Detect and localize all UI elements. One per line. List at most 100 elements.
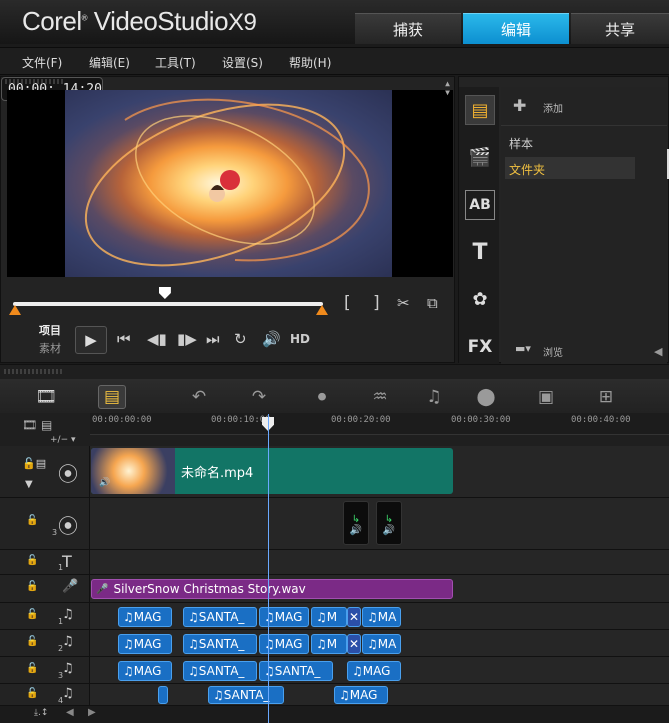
music-clip[interactable]: ♫ SANTA_ — [183, 634, 257, 654]
multi-camera-icon[interactable]: ⊞ — [592, 385, 620, 409]
timecode-spinner-icon[interactable]: ▲ ▼ — [445, 79, 450, 97]
time-ruler[interactable]: 00:00:00:00 00:00:10:00 00:00:20:00 00:0… — [90, 413, 669, 435]
menu-edit[interactable]: 编辑(E) — [89, 54, 130, 71]
transition-icon[interactable]: AB — [465, 190, 495, 220]
crossfade-icon[interactable]: ✕ — [347, 607, 361, 627]
media-icon[interactable]: ▤ — [465, 95, 495, 125]
voice-track-header: 🔓 🎤 — [0, 575, 90, 602]
menu-tools[interactable]: 工具(T) — [155, 54, 196, 71]
music-clip-name: SANTA_ — [223, 688, 270, 702]
music-clip[interactable]: ♫ SANTA_ — [208, 686, 284, 704]
previous-frame-icon[interactable]: ◀▮ — [147, 330, 167, 348]
voice-clip[interactable]: 🎤 SilverSnow Christmas Story.wav — [91, 579, 453, 599]
menu-settings[interactable]: 设置(S) — [222, 54, 263, 71]
subtitle-editor-icon[interactable]: ▣ — [532, 385, 560, 409]
menu-help[interactable]: 帮助(H) — [289, 54, 331, 71]
redo-icon[interactable]: ↷ — [245, 385, 273, 409]
lock-icon[interactable]: 🔓 — [26, 555, 38, 566]
graphic-icon[interactable]: ✿ — [465, 284, 495, 314]
panel-grip[interactable] — [5, 79, 65, 84]
preview-window[interactable] — [7, 90, 453, 277]
lock-icon[interactable]: 🔓 — [26, 609, 38, 620]
home-icon[interactable]: ⏮ — [117, 330, 131, 348]
record-capture-icon[interactable]: ⏺ — [308, 385, 336, 409]
add-folder-button[interactable]: 添加 — [543, 100, 563, 115]
repeat-icon[interactable]: ↻ — [234, 330, 247, 348]
divider — [501, 125, 667, 126]
menu-file[interactable]: 文件(F) — [22, 54, 62, 71]
scrubber-track[interactable] — [13, 302, 323, 306]
trim-start-handle[interactable] — [9, 305, 21, 315]
transition-clip[interactable]: ↳ 🔊 — [376, 501, 402, 545]
instant-project-icon[interactable]: 🎬 — [465, 142, 495, 172]
lock-icon[interactable]: 🔓 — [26, 636, 38, 647]
music-clip[interactable]: ♫ MAG — [118, 607, 172, 627]
menu-bar: 文件(F) 编辑(E) 工具(T) 设置(S) 帮助(H) — [0, 47, 669, 75]
lock-icon[interactable]: 🔓 — [26, 688, 38, 699]
tab-share[interactable]: 共享 — [571, 13, 669, 44]
lock-icon[interactable]: 🔓 — [26, 663, 38, 674]
scroll-right-icon[interactable]: ▶ — [88, 707, 96, 718]
music-clip[interactable]: ♫ MAG — [347, 661, 401, 681]
add-icon[interactable]: ✚ — [513, 96, 526, 115]
sound-mixer-icon[interactable]: ♒ — [366, 385, 394, 409]
player-panel: [ ] ✂ ⧉ 项目 素材 ▶ ⏮ ◀▮ ▮▶ ⏭ ↻ 🔊 HD 00:00: … — [0, 76, 455, 363]
mark-in-button[interactable]: [ — [344, 293, 351, 313]
filter-fx-icon[interactable]: FX — [465, 332, 495, 362]
add-remove-chapter-icon[interactable]: +/− ▾ — [50, 435, 76, 445]
track-manager-icon[interactable]: 🎞 ▤ — [22, 418, 52, 432]
title-bar: Corel® VideoStudioX9 捕获 编辑 共享 — [0, 0, 669, 44]
library-item-folder[interactable]: 文件夹 — [509, 161, 545, 178]
video-track-icon: ⦿ — [58, 462, 78, 486]
music-clip[interactable]: ♫ SANTA_ — [259, 661, 333, 681]
music-clip[interactable]: ♫ MAG — [118, 634, 172, 654]
browse-icon[interactable]: ▬▾ — [515, 342, 531, 355]
crossfade-icon[interactable]: ✕ — [347, 634, 361, 654]
hd-button[interactable]: HD — [290, 332, 310, 346]
title-icon[interactable]: T — [465, 237, 495, 267]
transition-clip[interactable]: ↳ 🔊 — [343, 501, 369, 545]
music-clip[interactable]: ♫ MAG — [259, 634, 309, 654]
music-clip[interactable]: ♫ MAG — [118, 661, 172, 681]
next-frame-icon[interactable]: ▮▶ — [177, 330, 197, 348]
zoom-icon[interactable]: ⤓.↕ — [34, 708, 48, 718]
expand-icon[interactable]: ▼ — [25, 479, 33, 490]
music-clip[interactable]: ♫ MAG — [334, 686, 388, 704]
lock-icon[interactable]: 🔓▤ — [22, 457, 46, 470]
scissors-icon[interactable]: ✂ — [397, 294, 410, 312]
title-track: 🔓 T 1 — [0, 550, 669, 575]
mode-project[interactable]: 项目 — [39, 322, 61, 338]
auto-music-icon[interactable]: ♫ — [420, 385, 448, 409]
mark-out-button[interactable]: ] — [373, 293, 380, 313]
music-clip-name: MAG — [133, 610, 162, 624]
lock-icon[interactable]: 🔓 — [26, 515, 38, 526]
volume-icon[interactable]: 🔊 — [262, 330, 281, 348]
mode-clip[interactable]: 素材 — [39, 340, 61, 356]
enlarge-icon[interactable]: ⧉ — [427, 294, 438, 312]
library-item-samples[interactable]: 样本 — [509, 135, 533, 152]
browse-button[interactable]: 浏览 — [543, 344, 563, 359]
music-clip[interactable]: ♫ SANTA_ — [183, 607, 257, 627]
music-clip[interactable]: ♫ M — [311, 607, 347, 627]
scrubber-handle[interactable] — [158, 287, 171, 299]
video-clip[interactable]: 🔊 未命名.mp4 — [91, 448, 453, 494]
music-clip[interactable]: ♫ SANTA_ — [183, 661, 257, 681]
timeline-view-icon[interactable]: ▤ — [98, 385, 126, 409]
panel-grip[interactable] — [4, 369, 64, 374]
trim-end-handle[interactable] — [316, 305, 328, 315]
scroll-left-icon[interactable]: ◀ — [66, 707, 74, 718]
tab-edit[interactable]: 编辑 — [463, 13, 569, 44]
motion-tracking-icon[interactable]: ⬤ — [472, 385, 500, 409]
lock-icon[interactable]: 🔓 — [26, 581, 38, 592]
music-clip[interactable]: ♫ MA — [362, 634, 401, 654]
scroll-left-icon[interactable]: ◀ — [654, 345, 662, 358]
undo-icon[interactable]: ↶ — [185, 385, 213, 409]
music-clip[interactable]: ♫ M — [311, 634, 347, 654]
storyboard-view-icon[interactable]: 🎞 — [32, 385, 60, 409]
tab-capture[interactable]: 捕获 — [355, 13, 461, 44]
music-clip-fragment[interactable] — [158, 686, 168, 704]
end-icon[interactable]: ⏭ — [206, 330, 220, 348]
music-clip[interactable]: ♫ MA — [362, 607, 401, 627]
music-clip[interactable]: ♫ MAG — [259, 607, 309, 627]
play-button[interactable]: ▶ — [75, 326, 107, 354]
